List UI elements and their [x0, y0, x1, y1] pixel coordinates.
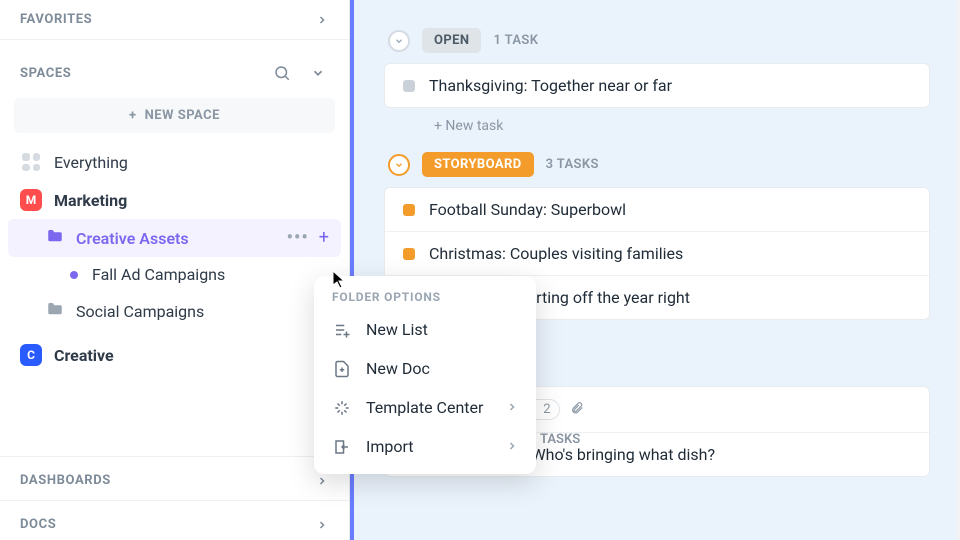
chevron-right-icon [506, 398, 518, 417]
chevron-right-icon [315, 518, 329, 532]
dashboards-label: DASHBOARDS [20, 473, 111, 488]
list-icon [332, 321, 352, 339]
divider [0, 500, 349, 501]
everything-label: Everything [54, 153, 128, 172]
task-list-open: Thanksgiving: Together near or far [384, 63, 930, 108]
new-space-button[interactable]: + NEW SPACE [14, 98, 335, 133]
group-header-storyboard[interactable]: STORYBOARD 3 TASKS [384, 152, 930, 177]
spaces-section-header: SPACES [0, 44, 349, 92]
everything-item[interactable]: Everything [8, 143, 341, 181]
task-count: 1 TASK [493, 33, 538, 48]
chevron-right-icon [506, 437, 518, 456]
more-icon[interactable]: ••• [287, 229, 309, 247]
new-task-button[interactable]: + New task [384, 108, 930, 134]
folder-social-label: Social Campaigns [76, 302, 204, 321]
task-title: Football Sunday: Superbowl [429, 200, 626, 219]
folder-icon [46, 300, 64, 322]
space-badge-m: M [20, 189, 42, 211]
chevron-down-icon[interactable] [307, 62, 329, 84]
status-group-open: OPEN 1 TASK Thanksgiving: Together near … [384, 28, 930, 134]
divider [0, 39, 349, 40]
new-space-label: NEW SPACE [145, 108, 220, 123]
dashboards-section-header[interactable]: DASHBOARDS [0, 461, 349, 496]
space-badge-c: C [20, 344, 42, 366]
import-icon [332, 438, 352, 456]
space-creative[interactable]: C Creative [8, 336, 341, 374]
list-fall-ad-label: Fall Ad Campaigns [92, 265, 225, 284]
task-status-icon[interactable] [403, 80, 415, 92]
cursor-icon [332, 270, 348, 294]
task-count: TASKS [540, 432, 580, 447]
spaces-label: SPACES [20, 66, 71, 81]
folder-options-menu: FOLDER OPTIONS New List New Doc Template… [314, 276, 536, 474]
attachment-icon[interactable] [570, 401, 584, 419]
add-to-folder-icon[interactable]: + [319, 229, 329, 247]
task-title: Thanksgiving: Together near or far [429, 76, 672, 95]
favorites-section-header[interactable]: FAVORITES [0, 0, 349, 35]
folder-creative-assets-label: Creative Assets [76, 229, 189, 248]
space-creative-label: Creative [54, 346, 114, 365]
group-header-open[interactable]: OPEN 1 TASK [384, 28, 930, 53]
folder-creative-assets[interactable]: Creative Assets ••• + [8, 219, 341, 257]
folder-icon [46, 227, 64, 249]
status-pill-storyboard[interactable]: STORYBOARD [422, 152, 534, 177]
task-status-icon[interactable] [403, 204, 415, 216]
docs-label: DOCS [20, 517, 56, 532]
status-pill-open[interactable]: OPEN [422, 28, 481, 53]
menu-label: New Doc [366, 359, 430, 378]
task-title: Christmas: Couples visiting families [429, 244, 683, 263]
subtask-count: 2 [543, 402, 550, 417]
chevron-right-icon [315, 13, 329, 27]
space-tree: Everything M Marketing Creative Assets •… [0, 143, 349, 374]
collapse-toggle-icon[interactable] [388, 154, 410, 176]
task-row[interactable]: Christmas: Couples visiting families [385, 232, 929, 276]
sparkle-icon [332, 399, 352, 417]
space-marketing[interactable]: M Marketing [8, 181, 341, 219]
task-status-icon[interactable] [403, 248, 415, 260]
task-count: 3 TASKS [546, 157, 599, 172]
list-fall-ad-campaigns[interactable]: Fall Ad Campaigns [8, 257, 341, 292]
task-row[interactable]: Thanksgiving: Together near or far [385, 64, 929, 107]
list-dot-icon [70, 271, 78, 279]
task-row[interactable]: Football Sunday: Superbowl [385, 188, 929, 232]
space-marketing-label: Marketing [54, 191, 127, 210]
everything-icon [20, 151, 42, 173]
doc-icon [332, 360, 352, 378]
menu-label: New List [366, 320, 428, 339]
search-icon[interactable] [271, 62, 293, 84]
menu-new-doc[interactable]: New Doc [314, 349, 536, 388]
menu-label: Template Center [366, 398, 483, 417]
menu-import[interactable]: Import [314, 427, 536, 466]
menu-label: Import [366, 437, 414, 456]
menu-new-list[interactable]: New List [314, 310, 536, 349]
menu-template-center[interactable]: Template Center [314, 388, 536, 427]
scrollbar-track[interactable] [956, 0, 960, 540]
favorites-label: FAVORITES [20, 12, 92, 27]
chevron-right-icon [315, 474, 329, 488]
sidebar: FAVORITES SPACES + NEW SPACE [0, 0, 350, 540]
collapse-toggle-icon[interactable] [388, 30, 410, 52]
plus-icon: + [129, 108, 137, 123]
docs-section-header[interactable]: DOCS [0, 505, 349, 540]
divider [0, 456, 349, 457]
folder-social-campaigns[interactable]: Social Campaigns [8, 292, 341, 330]
